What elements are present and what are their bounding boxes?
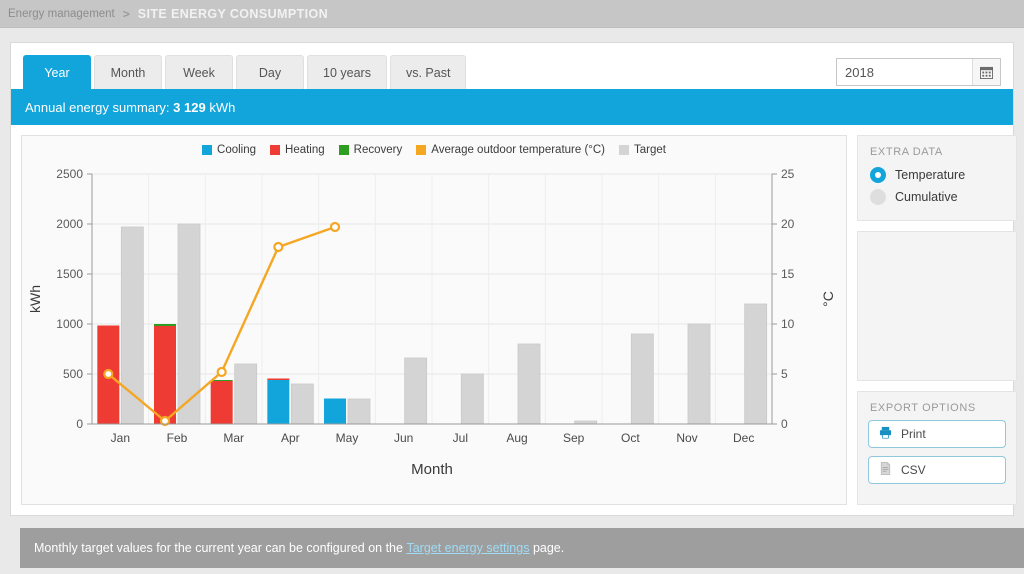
- svg-text:0: 0: [76, 417, 83, 431]
- printer-icon: [879, 426, 892, 442]
- toolbar: Year Month Week Day 10 years vs. Past: [11, 43, 1013, 89]
- svg-text:500: 500: [63, 367, 83, 381]
- calendar-icon[interactable]: [972, 59, 1000, 85]
- svg-text:May: May: [336, 431, 359, 445]
- tab-label: 10 years: [323, 65, 371, 80]
- svg-text:Jan: Jan: [111, 431, 130, 445]
- summary-unit: kWh: [209, 99, 236, 115]
- print-button[interactable]: Print: [868, 420, 1006, 448]
- svg-text:10: 10: [781, 317, 795, 331]
- svg-text:Sep: Sep: [563, 431, 585, 445]
- tab-week[interactable]: Week: [165, 55, 233, 89]
- breadcrumb: Energy management > SITE ENERGY CONSUMPT…: [0, 0, 1024, 28]
- tab-year[interactable]: Year: [23, 55, 91, 89]
- svg-text:1500: 1500: [56, 267, 83, 281]
- content-area: Cooling Heating Recovery Average outdoor te…: [11, 125, 1017, 515]
- breadcrumb-separator-icon: >: [122, 6, 130, 21]
- extra-data-option-temperature[interactable]: Temperature: [858, 164, 1016, 186]
- csv-button[interactable]: CSV: [868, 456, 1006, 484]
- print-button-label: Print: [901, 427, 926, 441]
- svg-text:1000: 1000: [56, 317, 83, 331]
- radio-icon[interactable]: [870, 189, 886, 205]
- tab-label: Year: [44, 65, 70, 80]
- legend-swatch: [270, 145, 281, 155]
- svg-text:2500: 2500: [56, 167, 83, 181]
- document-icon: [879, 462, 892, 478]
- legend-label: Heating: [285, 144, 325, 156]
- tab-day[interactable]: Day: [236, 55, 304, 89]
- legend-item-target[interactable]: Target: [619, 144, 666, 156]
- svg-text:Month: Month: [411, 461, 453, 478]
- extra-data-option-cumulative[interactable]: Cumulative: [858, 186, 1016, 208]
- annual-summary-banner: Annual energy summary: 3 129 kWh: [11, 89, 1013, 125]
- footer-note-text-after: page.: [532, 541, 565, 555]
- svg-text:5: 5: [781, 367, 788, 381]
- legend-swatch: [619, 145, 630, 155]
- tab-label: vs. Past: [405, 65, 451, 80]
- chart-panel: Cooling Heating Recovery Average outdoor te…: [21, 135, 847, 505]
- svg-text:15: 15: [781, 267, 795, 281]
- legend-swatch: [202, 145, 213, 155]
- svg-text:0: 0: [781, 417, 788, 431]
- period-tabs: Year Month Week Day 10 years vs. Past: [23, 55, 467, 89]
- legend-label: Average outdoor temperature (°C): [431, 144, 606, 156]
- tab-10-years[interactable]: 10 years: [307, 55, 387, 89]
- legend-swatch: [416, 145, 427, 155]
- legend-label: Target: [634, 144, 666, 156]
- tab-label: Week: [183, 65, 215, 80]
- chart-legend: Cooling Heating Recovery Average outdoor te…: [22, 136, 846, 156]
- legend-item-recovery[interactable]: Recovery: [338, 144, 403, 156]
- breadcrumb-parent[interactable]: Energy management: [8, 8, 115, 20]
- svg-text:kWh: kWh: [27, 285, 43, 313]
- svg-text:Apr: Apr: [281, 431, 300, 445]
- svg-text:Jun: Jun: [394, 431, 413, 445]
- svg-text:Nov: Nov: [676, 431, 697, 445]
- legend-item-average-outdoor-temperature-c[interactable]: Average outdoor temperature (°C): [416, 144, 605, 156]
- svg-text:25: 25: [781, 167, 795, 181]
- tab-label: Day: [258, 65, 282, 80]
- svg-text:Oct: Oct: [621, 431, 640, 445]
- chart-plot-area: 0 500 1000 1500 2000 2500 0 5 10 15 20 25 Jan Feb Mar A…: [22, 156, 846, 486]
- tab-vs-past[interactable]: vs. Past: [389, 55, 467, 89]
- svg-text:2000: 2000: [56, 217, 83, 231]
- year-input[interactable]: [837, 59, 972, 85]
- svg-text:Jul: Jul: [453, 431, 468, 445]
- tab-month[interactable]: Month: [94, 55, 162, 89]
- energy-consumption-chart: 0 500 1000 1500 2000 2500 0 5 10 15 20 25 Jan Feb Mar A…: [27, 167, 836, 478]
- svg-text:Feb: Feb: [167, 431, 188, 445]
- extra-data-panel: EXTRA DATA Temperature Cumulative: [857, 135, 1017, 221]
- page-body: Year Month Week Day 10 years vs. Past 20…: [0, 28, 1024, 568]
- empty-panel: [857, 231, 1017, 381]
- summary-value: 3 129: [173, 99, 206, 115]
- legend-label: Cooling: [217, 144, 257, 156]
- footer-note: Monthly target values for the current ye…: [20, 528, 1024, 568]
- legend-item-cooling[interactable]: Cooling: [202, 144, 256, 156]
- export-options-title: EXPORT OPTIONS: [870, 402, 976, 414]
- page-title: SITE ENERGY CONSUMPTION: [137, 6, 329, 21]
- extra-data-option-label: Cumulative: [895, 190, 958, 204]
- extra-data-options: Temperature Cumulative: [858, 164, 1016, 208]
- target-energy-settings-link[interactable]: Target energy settings: [406, 541, 529, 555]
- main-card: Year Month Week Day 10 years vs. Past 20…: [10, 42, 1017, 516]
- svg-text:20: 20: [781, 217, 795, 231]
- year-picker[interactable]: [836, 58, 1001, 86]
- extra-data-option-label: Temperature: [895, 168, 966, 182]
- export-options-panel: EXPORT OPTIONS Print CSV: [857, 391, 1017, 505]
- svg-text:Mar: Mar: [223, 431, 244, 445]
- extra-data-title: EXTRA DATA: [870, 146, 943, 158]
- legend-label: Recovery: [353, 144, 403, 156]
- csv-button-label: CSV: [901, 463, 926, 477]
- svg-text:Dec: Dec: [733, 431, 754, 445]
- summary-prefix: Annual energy summary:: [25, 99, 170, 115]
- tab-label: Month: [110, 65, 146, 80]
- svg-text:Aug: Aug: [506, 431, 527, 445]
- radio-icon[interactable]: [870, 167, 886, 183]
- legend-item-heating[interactable]: Heating: [270, 144, 325, 156]
- svg-text:°C: °C: [820, 291, 836, 307]
- side-panels: EXTRA DATA Temperature Cumulative EXPORT …: [857, 135, 1017, 505]
- legend-swatch: [338, 145, 349, 155]
- footer-note-text-before: Monthly target values for the current ye…: [34, 541, 403, 555]
